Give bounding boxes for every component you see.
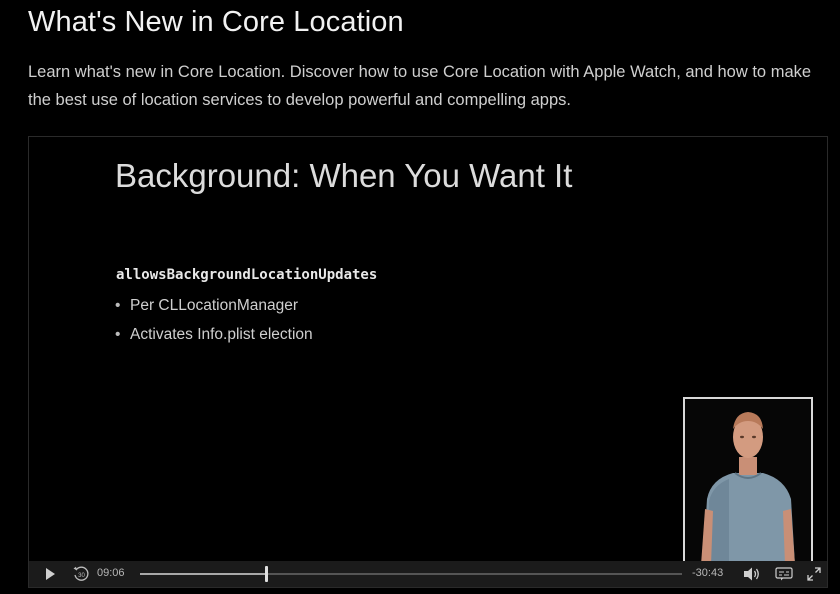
video-player[interactable]: Background: When You Want It allowsBackg… <box>28 136 828 588</box>
progress-played <box>140 573 267 575</box>
slide-bullet-text: Activates Info.plist election <box>130 326 313 343</box>
skip-back-30-button[interactable]: 30 <box>69 561 93 587</box>
play-icon <box>46 568 55 580</box>
skip-back-label: 30 <box>78 573 85 579</box>
speaker-video-inset <box>683 397 813 567</box>
bullet-glyph: • <box>115 297 121 314</box>
speaker-image <box>685 399 811 565</box>
slide-title: Background: When You Want It <box>115 157 573 194</box>
fullscreen-button[interactable] <box>803 561 825 587</box>
captions-icon <box>775 567 793 581</box>
fullscreen-icon <box>807 567 821 581</box>
captions-button[interactable] <box>773 561 795 587</box>
page-description: Learn what's new in Core Location. Disco… <box>28 63 812 109</box>
skip-back-30-icon: 30 <box>73 566 89 581</box>
elapsed-time: 09:06 <box>97 567 125 579</box>
slide-code: allowsBackgroundLocationUpdates <box>116 267 378 283</box>
slide-bullet-list: • Per CLLocationManager • Activates Info.p… <box>115 291 313 349</box>
progress-track[interactable] <box>140 566 682 582</box>
page-title: What's New in Core Location <box>28 6 404 38</box>
volume-icon <box>744 567 759 581</box>
play-button[interactable] <box>39 561 61 587</box>
progress-scrubber[interactable] <box>265 566 269 582</box>
slide-bullet: • Activates Info.plist election <box>115 320 313 349</box>
volume-button[interactable] <box>741 561 763 587</box>
bullet-glyph: • <box>115 326 121 343</box>
slide-bullet-text: Per CLLocationManager <box>130 297 299 314</box>
player-controls: 30 09:06 -30:43 <box>29 561 827 587</box>
slide-bullet: • Per CLLocationManager <box>115 291 313 320</box>
remaining-time: -30:43 <box>692 567 724 579</box>
